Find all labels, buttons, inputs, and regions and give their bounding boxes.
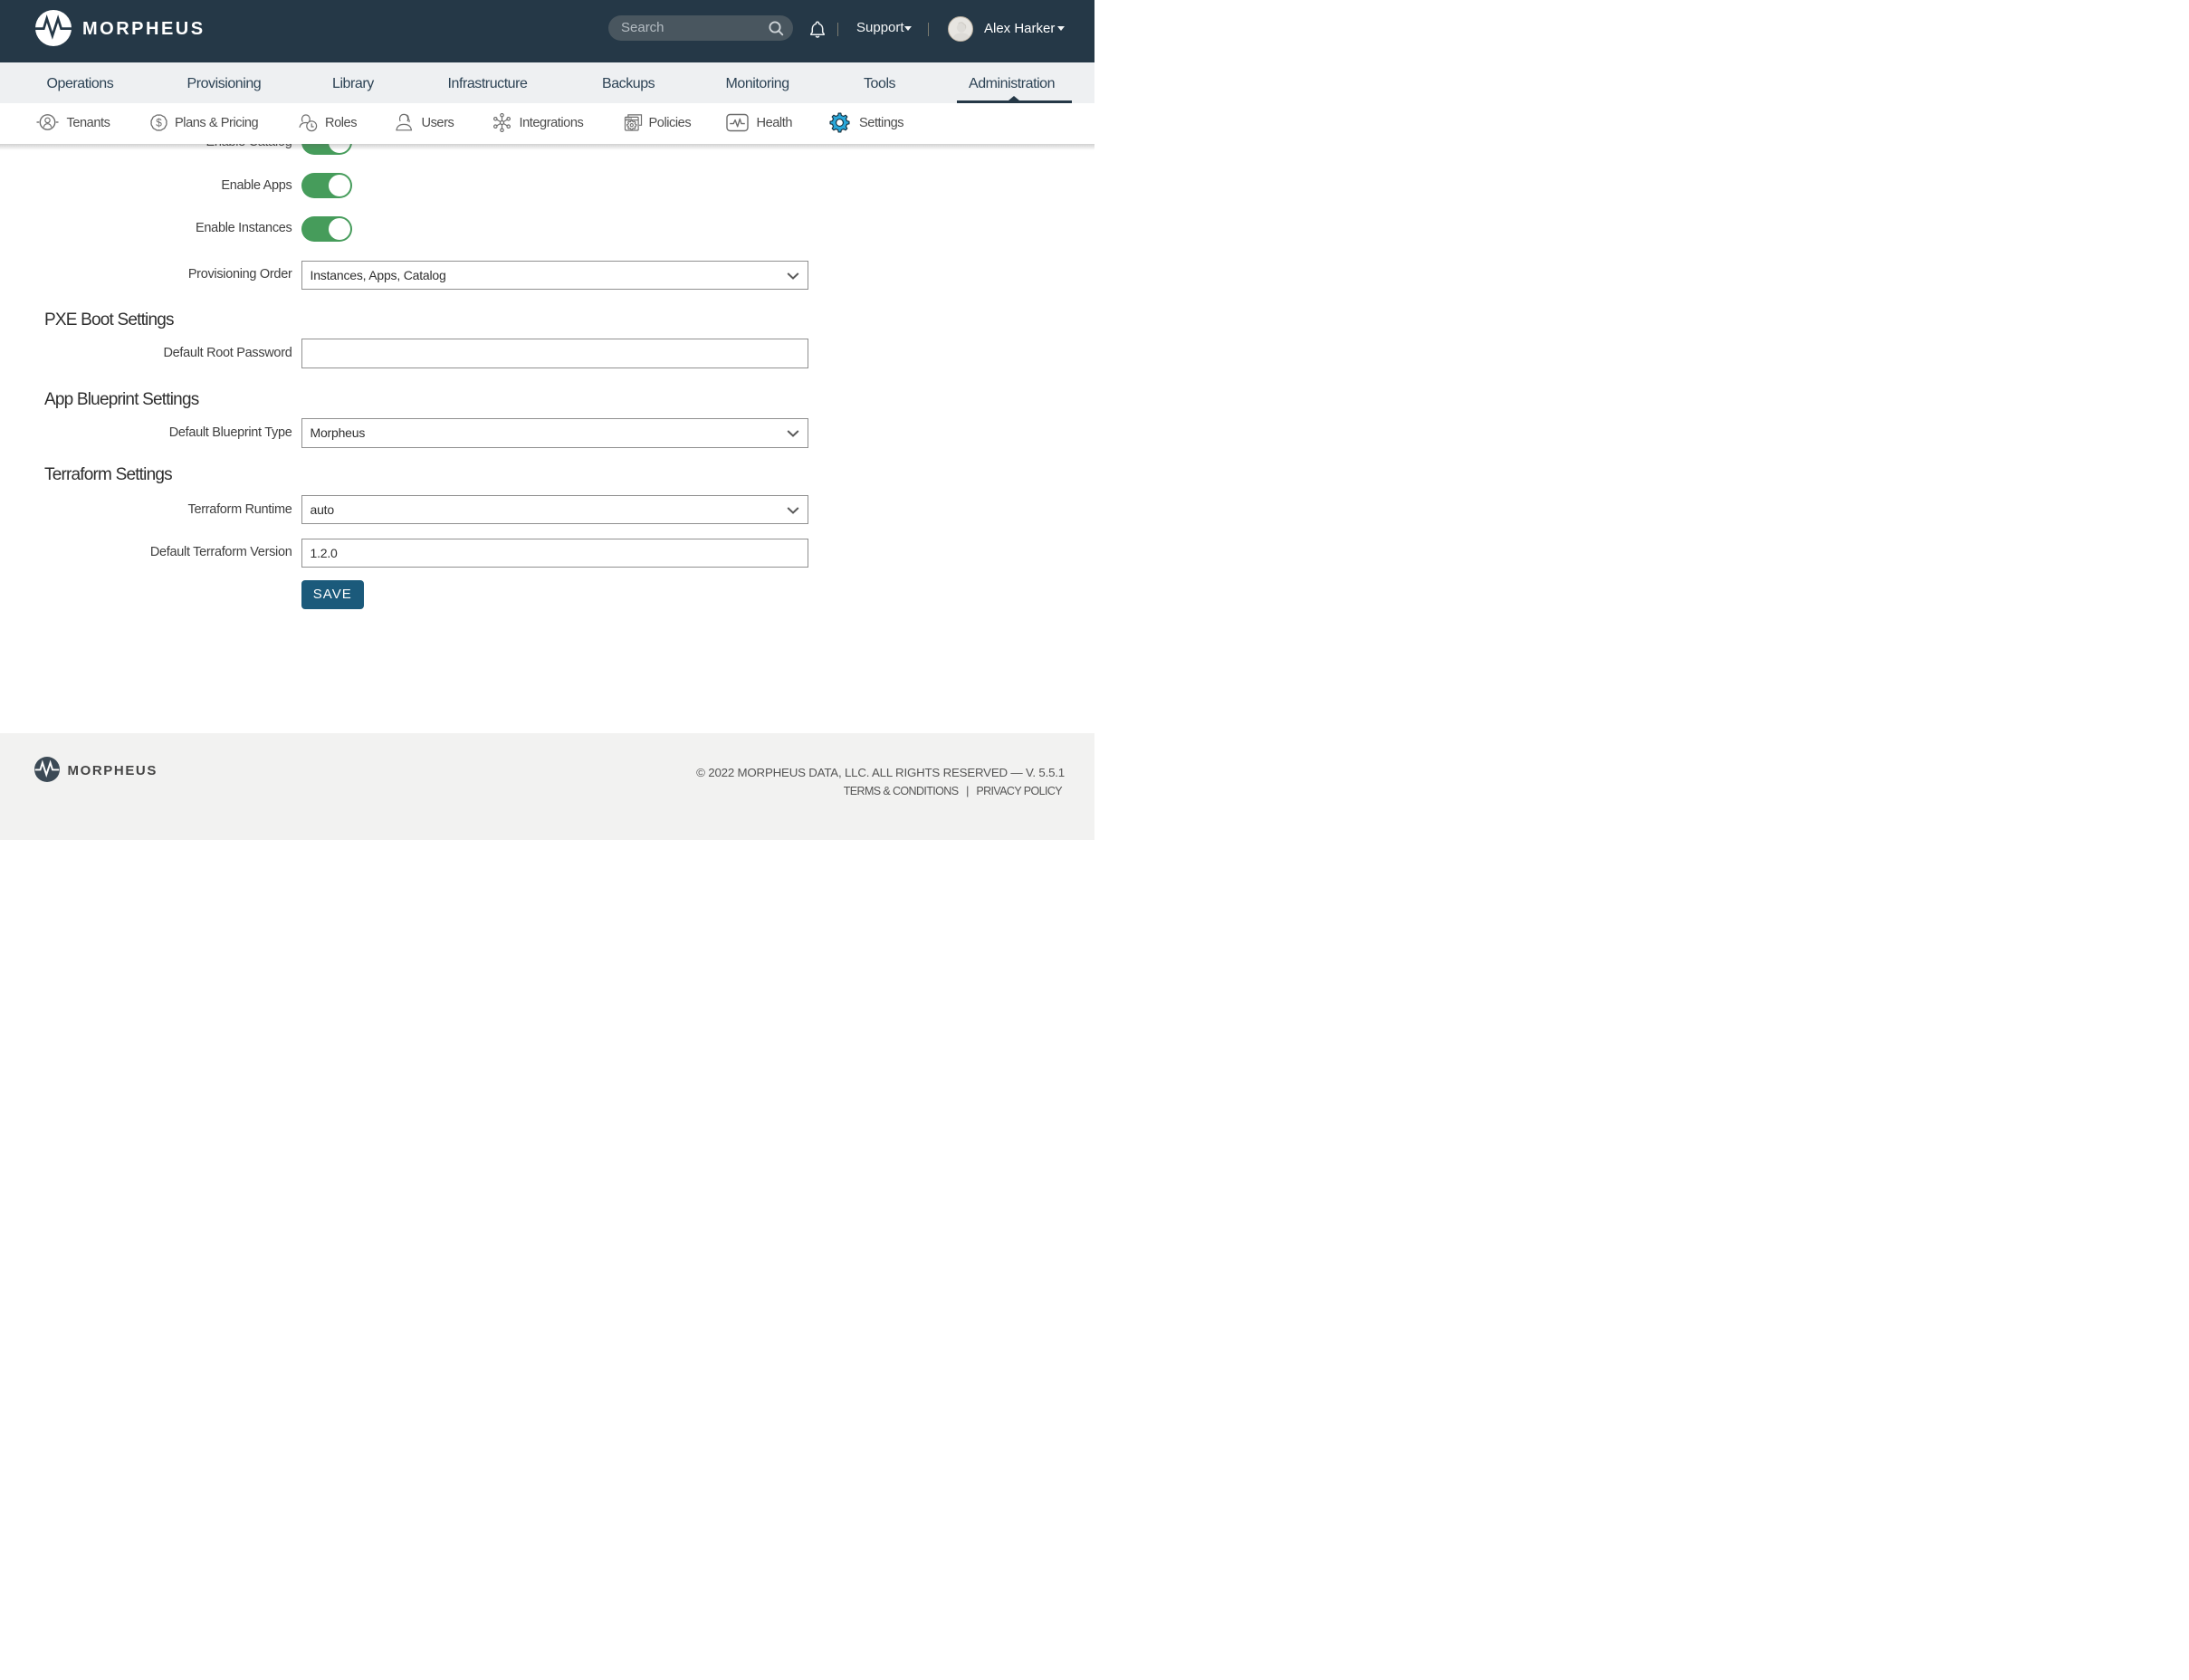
svg-text:$: $ <box>156 117 162 129</box>
